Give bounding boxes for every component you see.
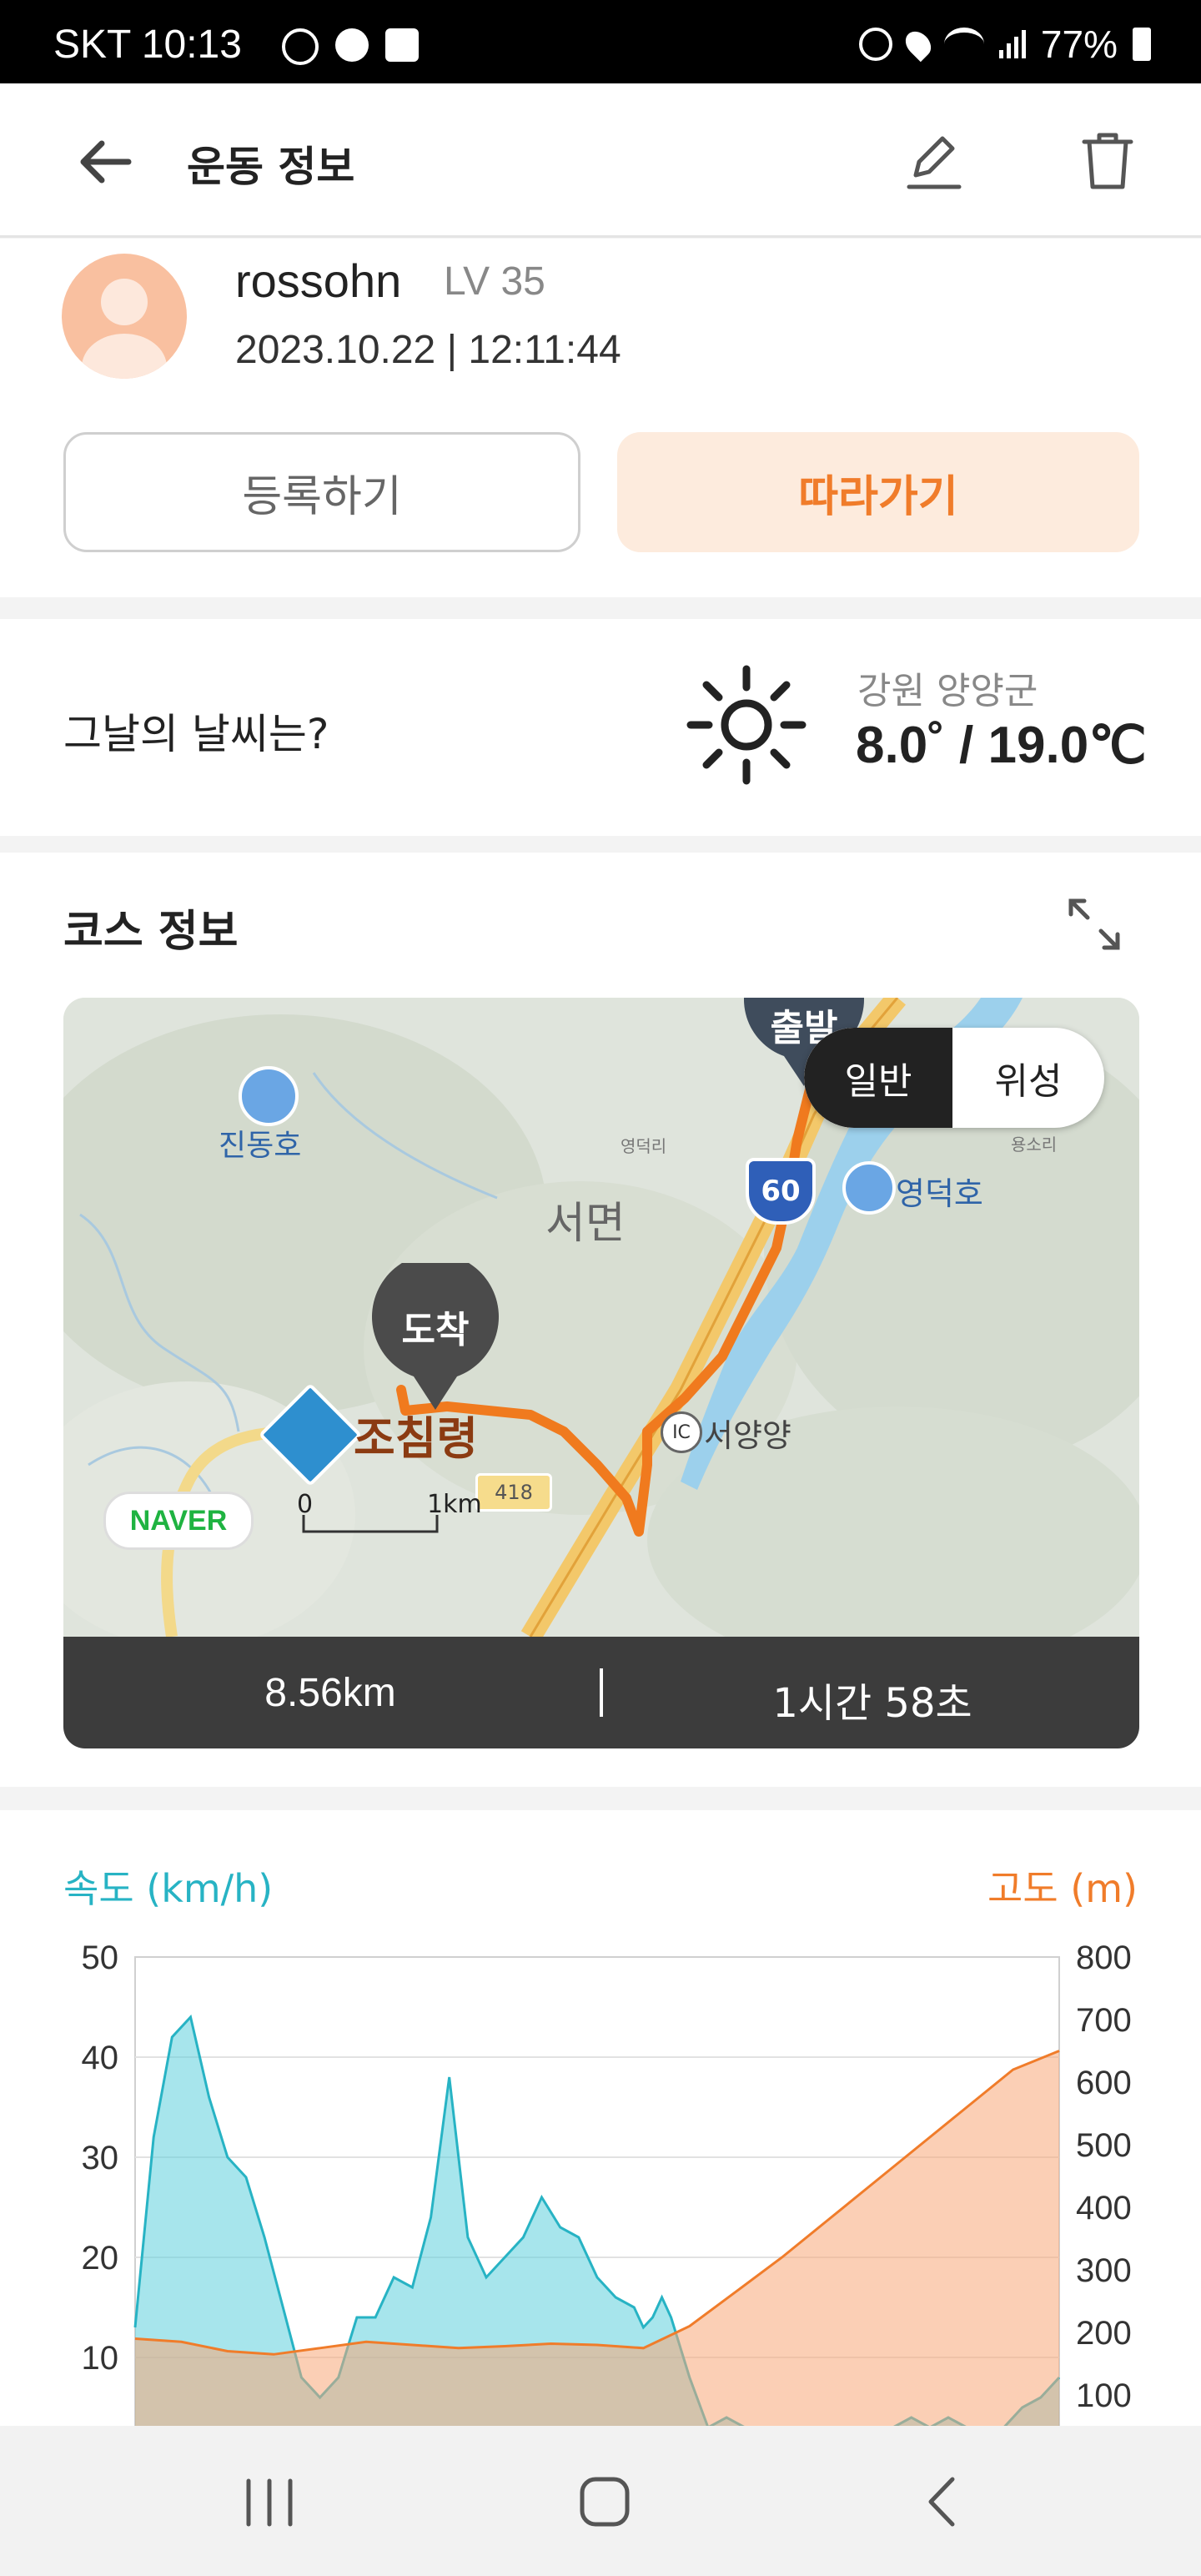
ic-badge: IC <box>661 1411 702 1453</box>
arrive-label: 도착 <box>401 1309 470 1351</box>
avatar-body <box>82 334 167 379</box>
pencil-icon <box>907 136 962 189</box>
avatar <box>62 254 187 379</box>
follow-button[interactable]: 따라가기 <box>617 432 1139 552</box>
map-mode-normal[interactable]: 일반 <box>804 1028 952 1128</box>
course-title: 코스 정보 <box>63 907 239 957</box>
weather-question: 그날의 날씨는? <box>63 710 329 758</box>
username: rossohn <box>235 254 402 307</box>
altitude-tick-label: 700 <box>1076 2002 1132 2039</box>
altitude-tick-label: 800 <box>1076 1940 1132 1976</box>
ic-label: IC <box>672 1421 691 1443</box>
map-mode-toggle[interactable]: 일반 위성 <box>804 1028 1104 1128</box>
altitude-tick-label: 500 <box>1076 2127 1132 2164</box>
altitude-tick-label: 100 <box>1076 2377 1132 2414</box>
speed-tick-label: 50 <box>82 1940 119 1976</box>
altitude-tick-label: 400 <box>1076 2190 1132 2226</box>
course-map[interactable]: 출발 도착 일반 위성 진동호 서면 영덕리 용소리 영덕호 60 IC 서양양 <box>63 998 1139 1637</box>
alarm-icon <box>858 28 892 61</box>
course-duration: 1시간 58초 <box>772 1680 972 1727</box>
notification-icons <box>282 28 419 65</box>
course-card: 코스 정보 출발 도착 일반 위성 진동호 서면 영덕리 용소리 영덕호 60 … <box>0 853 1201 1787</box>
road-shield-60: 60 <box>746 1158 816 1225</box>
trash-icon <box>1082 133 1133 189</box>
recent-apps-icon[interactable] <box>240 2478 299 2528</box>
speed-tick-label: 20 <box>82 2240 119 2277</box>
carrier-time: SKT 10:13 <box>53 23 242 67</box>
speed-tick-label: 10 <box>82 2340 119 2377</box>
app-header: 운동 정보 <box>0 83 1201 238</box>
road-418-label: 418 <box>495 1481 533 1504</box>
signal-icon <box>998 30 1026 58</box>
speed-altitude-chart: 50 40 30 20 10 800 700 600 500 400 300 200 100 <box>82 1940 1132 2428</box>
back-button[interactable] <box>73 128 140 195</box>
page-title: 운동 정보 <box>187 143 355 191</box>
system-nav-bar <box>0 2426 1201 2576</box>
workout-datetime: 2023.10.22 | 12:11:44 <box>235 328 621 372</box>
map-label-yeongdeokri: 영덕리 <box>621 1136 667 1156</box>
map-label-jochimryeong: 조침령 <box>354 1412 479 1465</box>
course-distance: 8.56km <box>264 1671 396 1715</box>
naver-logo: NAVER <box>103 1492 254 1550</box>
speed-tick-label: 40 <box>82 2040 119 2076</box>
map-label-jindongho: 진동호 <box>219 1129 302 1163</box>
temperature-range: 8.0˚ / 19.0℃ <box>856 717 1147 774</box>
fitness-app-icon <box>282 28 319 65</box>
lake-icon-jindongho <box>239 1066 299 1126</box>
map-label-seoyangyang: 서양양 <box>704 1417 791 1454</box>
speed-tick-label: 30 <box>82 2140 119 2176</box>
altitude-tick-label: 200 <box>1076 2315 1132 2352</box>
road-shield-60-label: 60 <box>761 1175 801 1208</box>
arrow-left-icon <box>80 140 132 184</box>
weather-region: 강원 양양군 <box>857 670 1038 712</box>
map-label-yeongdeokho: 영덕호 <box>896 1175 983 1212</box>
speed-altitude-chart-card: 속도 (km/h) 고도 (m) 50 40 30 20 10 800 700 600 500 4… <box>0 1810 1201 2428</box>
translate-icon <box>385 28 419 62</box>
location-icon <box>900 26 937 63</box>
edit-button[interactable] <box>901 127 967 194</box>
course-summary-bar: 8.56km 1시간 58초 <box>63 1637 1139 1748</box>
battery-percent: 77% <box>1040 23 1118 66</box>
scale-zero: 0 <box>297 1490 314 1519</box>
expand-icon[interactable] <box>1064 894 1124 954</box>
profile-card: rossohn LV 35 2023.10.22 | 12:11:44 등록하기… <box>0 239 1201 597</box>
map-mode-satellite[interactable]: 위성 <box>952 1028 1104 1128</box>
summary-divider <box>600 1668 603 1717</box>
user-level: LV 35 <box>444 259 545 304</box>
delete-button[interactable] <box>1074 127 1141 194</box>
map-label-seomyeon: 서면 <box>545 1199 626 1249</box>
arrive-marker: 도착 <box>372 1263 499 1413</box>
status-bar: SKT 10:13 77% <box>0 0 1201 83</box>
altitude-tick-label: 300 <box>1076 2252 1132 2289</box>
chat-icon <box>335 28 369 62</box>
wifi-icon <box>943 28 984 61</box>
sun-icon <box>686 665 807 785</box>
weather-card: 그날의 날씨는? 강원 양양군 8.0˚ / 19.0℃ <box>0 619 1201 836</box>
home-icon[interactable] <box>575 2473 634 2531</box>
altitude-tick-label: 600 <box>1076 2065 1132 2101</box>
scale-km: 1km <box>427 1490 482 1519</box>
map-label-yongsori: 용소리 <box>1011 1135 1058 1155</box>
status-right: 77% <box>858 22 1151 67</box>
register-button[interactable]: 등록하기 <box>63 432 580 552</box>
lake-icon-yeongdeokho <box>842 1161 896 1215</box>
road-shield-418: 418 <box>475 1473 552 1512</box>
naver-label: NAVER <box>129 1504 228 1537</box>
battery-icon <box>1133 28 1151 61</box>
nav-back-icon[interactable] <box>914 2473 972 2531</box>
avatar-head <box>101 279 148 325</box>
